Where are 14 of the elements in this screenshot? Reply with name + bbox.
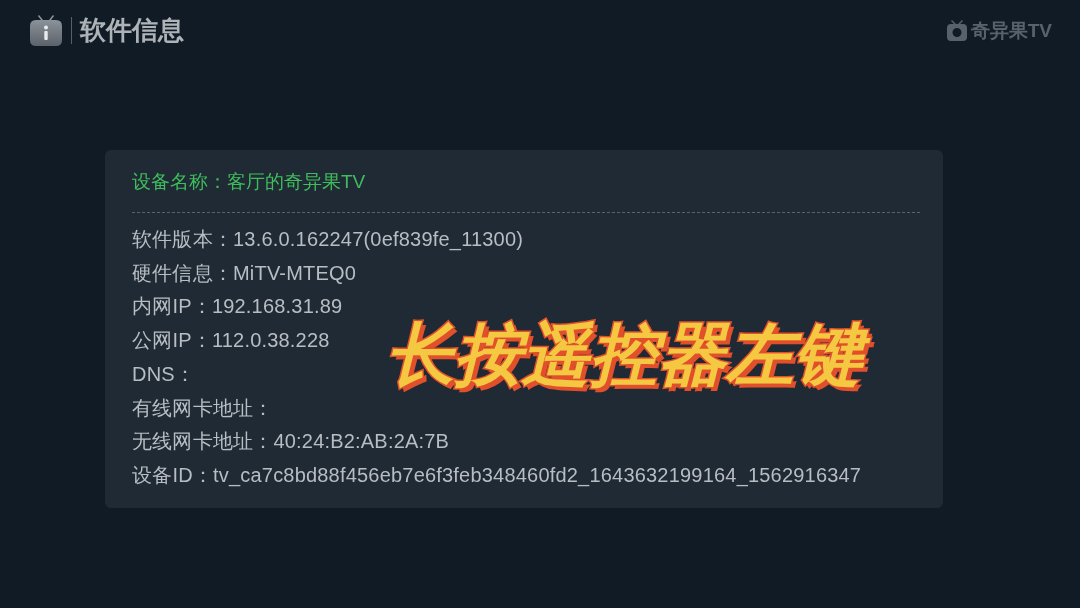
info-row-text: 无线网卡地址：40:24:B2:AB:2A:7B bbox=[132, 429, 450, 455]
info-row-text: 公网IP：112.0.38.228 bbox=[132, 328, 330, 354]
info-row-text: 硬件信息：MiTV-MTEQ0 bbox=[132, 260, 357, 286]
brand-logo-text: 奇异果TV bbox=[970, 19, 1052, 42]
overlay-caption: 长按遥控器左键 bbox=[380, 310, 878, 404]
info-row-text: 软件版本：13.6.0.162247(0ef839fe_11300) bbox=[132, 227, 524, 253]
info-row-text: 设备ID：tv_ca7c8bd88f456eb7e6f3feb348460fd2_1643632199164_1562916347 bbox=[132, 462, 862, 489]
page-title: 软件信息 bbox=[80, 15, 184, 46]
info-row-text: 有线网卡地址： bbox=[132, 395, 274, 421]
info-icon bbox=[30, 15, 62, 46]
device-name-text: 设备名称：客厅的奇异果TV bbox=[132, 170, 366, 194]
info-row-text: DNS： bbox=[132, 361, 196, 387]
info-row-text: 内网IP：192.168.31.89 bbox=[132, 294, 343, 320]
tv-icon bbox=[946, 20, 967, 41]
